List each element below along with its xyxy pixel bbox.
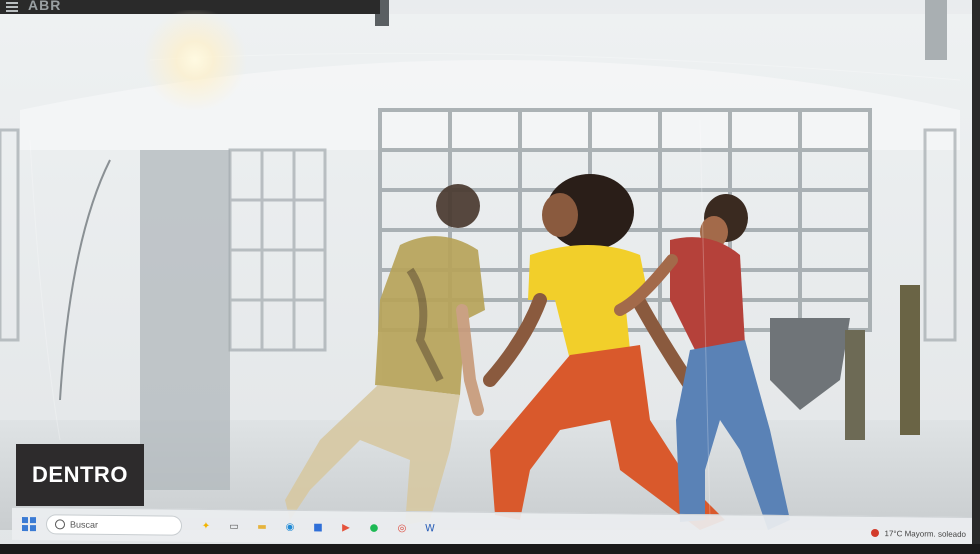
taskbar-search-box[interactable]: Buscar xyxy=(46,514,182,536)
monitor-bezel-bottom xyxy=(0,544,980,554)
edge-icon[interactable]: ◉ xyxy=(282,519,298,535)
file-explorer-icon[interactable]: ▬ xyxy=(254,518,270,534)
word-icon[interactable]: W xyxy=(422,520,438,536)
store-icon[interactable]: ■ xyxy=(310,519,326,535)
site-title[interactable]: ABR xyxy=(28,0,61,13)
monitor-screen: ABR DENTRO Buscar ✦ ▭ ▬ ◉ ■ ▶ ● ◎ W 17°C Mayorm.… xyxy=(0,0,980,554)
chrome-icon[interactable]: ◎ xyxy=(394,520,410,536)
taskbar-apps: ✦ ▭ ▬ ◉ ■ ▶ ● ◎ W xyxy=(192,518,444,537)
start-button[interactable] xyxy=(18,513,40,535)
widgets-icon[interactable]: ✦ xyxy=(198,518,214,534)
monitor-bezel-right xyxy=(972,0,980,554)
hero-photo xyxy=(0,0,980,554)
browser-top-bar: ABR xyxy=(0,0,380,14)
tray-weather-text[interactable]: 17°C Mayorm. soleado xyxy=(885,529,966,539)
hamburger-menu-icon[interactable] xyxy=(6,2,18,12)
search-placeholder: Buscar xyxy=(70,519,99,530)
task-view-icon[interactable]: ▭ xyxy=(226,518,242,534)
video-app-icon[interactable]: ▶ xyxy=(338,519,354,535)
dentro-badge[interactable]: DENTRO xyxy=(16,444,144,506)
weather-icon[interactable] xyxy=(870,528,879,538)
search-icon xyxy=(55,519,65,530)
spotify-icon[interactable]: ● xyxy=(366,520,382,536)
dentro-badge-label: DENTRO xyxy=(32,462,128,487)
